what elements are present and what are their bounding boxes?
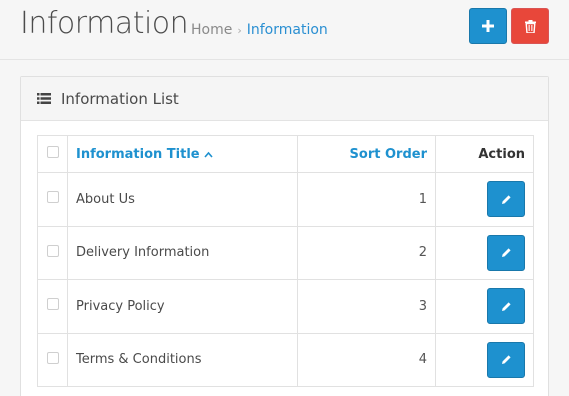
pencil-icon bbox=[501, 355, 511, 365]
table-row: Privacy Policy 3 bbox=[37, 279, 534, 334]
row-title: Delivery Information bbox=[67, 225, 298, 280]
page-header: Information Home › Information bbox=[0, 0, 569, 60]
page-title: Information bbox=[20, 6, 189, 41]
edit-button[interactable] bbox=[487, 341, 525, 378]
trash-icon bbox=[524, 19, 536, 33]
sort-by-title-link[interactable]: Information Title bbox=[76, 147, 213, 162]
table-header-row: Information Title Sort Order Action bbox=[37, 135, 534, 173]
row-checkbox[interactable] bbox=[46, 298, 59, 311]
breadcrumb-separator: › bbox=[237, 23, 242, 37]
edit-button[interactable] bbox=[487, 181, 525, 218]
table-row: Terms & Conditions 4 bbox=[37, 332, 534, 387]
edit-button[interactable] bbox=[487, 288, 525, 325]
table-row: About Us 1 bbox=[37, 172, 534, 227]
column-title-label: Information Title bbox=[76, 146, 200, 162]
breadcrumb-current[interactable]: Information bbox=[247, 22, 328, 38]
row-sort-order: 4 bbox=[297, 332, 436, 387]
plus-icon bbox=[482, 20, 494, 32]
edit-button[interactable] bbox=[487, 234, 525, 271]
row-checkbox[interactable] bbox=[46, 244, 59, 257]
row-title: Terms & Conditions bbox=[67, 332, 298, 387]
list-icon bbox=[37, 93, 51, 104]
information-table: Information Title Sort Order Action Abou… bbox=[37, 135, 534, 387]
column-header-sort-order[interactable]: Sort Order bbox=[297, 135, 436, 173]
column-header-title[interactable]: Information Title bbox=[67, 135, 298, 173]
row-checkbox[interactable] bbox=[46, 191, 59, 204]
add-button[interactable] bbox=[469, 8, 507, 44]
pencil-icon bbox=[501, 195, 511, 204]
select-all-checkbox[interactable] bbox=[46, 146, 59, 158]
row-sort-order: 1 bbox=[297, 172, 436, 227]
breadcrumb-home[interactable]: Home bbox=[191, 22, 232, 38]
select-all-cell bbox=[37, 135, 68, 173]
caret-up-icon bbox=[204, 151, 213, 158]
row-checkbox[interactable] bbox=[46, 351, 59, 364]
pencil-icon bbox=[501, 248, 511, 258]
row-title: Privacy Policy bbox=[67, 279, 298, 334]
pencil-icon bbox=[501, 302, 511, 311]
delete-button[interactable] bbox=[511, 8, 549, 44]
panel-title: Information List bbox=[61, 89, 179, 108]
column-header-action: Action bbox=[435, 135, 534, 173]
breadcrumb: Home › Information bbox=[191, 22, 328, 38]
row-sort-order: 3 bbox=[297, 279, 436, 334]
information-list-panel: Information List Information Title Sort … bbox=[20, 76, 549, 396]
row-title: About Us bbox=[67, 172, 298, 227]
table-row: Delivery Information 2 bbox=[37, 225, 534, 280]
panel-heading: Information List bbox=[21, 77, 548, 121]
row-sort-order: 2 bbox=[297, 225, 436, 280]
